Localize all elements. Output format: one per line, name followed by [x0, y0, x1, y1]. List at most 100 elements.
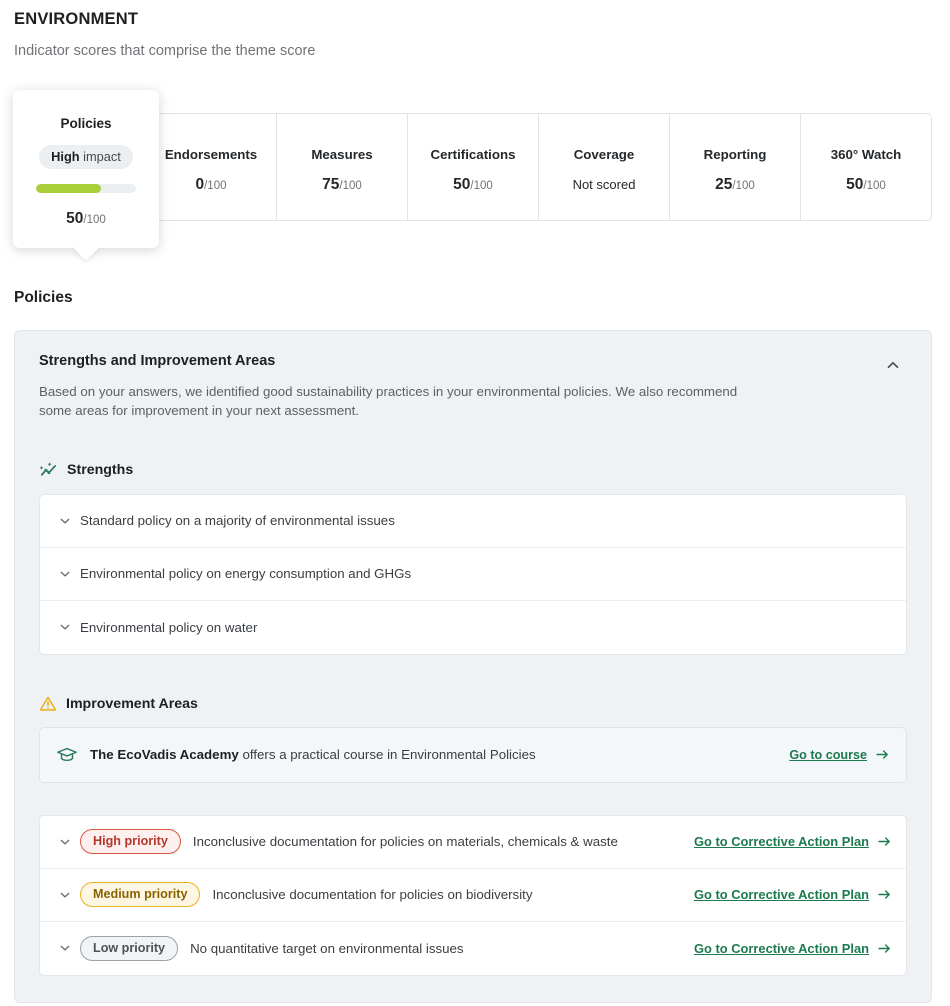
go-to-corrective-action-plan-link[interactable]: Go to Corrective Action Plan [694, 887, 892, 902]
chevron-down-icon [60, 892, 70, 898]
arrow-right-icon [876, 750, 888, 759]
expand-toggle[interactable] [50, 835, 80, 849]
chevron-down-icon [60, 571, 70, 577]
tooltip-score-value: 50 [66, 210, 84, 227]
expand-toggle[interactable] [50, 941, 80, 955]
metric-label: Measures [311, 147, 373, 162]
expand-toggle[interactable] [50, 514, 80, 528]
improvement-row[interactable]: Low priority No quantitative target on en… [40, 922, 906, 975]
impact-suffix: impact [79, 149, 121, 164]
strength-label: Standard policy on a majority of environ… [80, 513, 395, 529]
strengths-list: Standard policy on a majority of environ… [39, 493, 907, 655]
improvement-label: Inconclusive documentation for policies … [212, 887, 533, 903]
metric-value: 75/100 [322, 176, 362, 194]
metric-cell-360-watch[interactable]: 360° Watch 50/100 [801, 114, 931, 220]
chevron-down-icon [60, 518, 70, 524]
expand-toggle[interactable] [50, 620, 80, 634]
page-title: ENVIRONMENT [14, 10, 139, 28]
metric-value: 0/100 [195, 176, 226, 194]
chevron-up-icon [887, 361, 899, 369]
score-progress-bar [36, 184, 136, 193]
arrow-right-icon [878, 837, 890, 846]
go-to-corrective-action-plan-link[interactable]: Go to Corrective Action Plan [694, 941, 892, 956]
page-subtitle: Indicator scores that comprise the theme… [14, 43, 316, 59]
chevron-down-icon [60, 839, 70, 845]
improvement-heading: Improvement Areas [66, 695, 198, 712]
panel-header: Strengths and Improvement Areas Based on… [39, 353, 907, 421]
tooltip-score: 50/100 [66, 210, 106, 228]
metric-cell-endorsements[interactable]: Endorsements 0/100 [146, 114, 277, 220]
go-to-cap-label: Go to Corrective Action Plan [693, 834, 869, 850]
metric-value: Not scored [572, 177, 636, 192]
metric-label: Coverage [573, 147, 635, 162]
panel-collapse-button[interactable] [879, 351, 907, 379]
strengths-improvement-panel: Strengths and Improvement Areas Based on… [14, 330, 932, 1003]
trend-up-sparkle-icon [39, 461, 58, 480]
academy-description: offers a practical course in Environment… [238, 747, 536, 763]
academy-banner: The EcoVadis Academy offers a practical … [39, 726, 907, 783]
impact-level: High [51, 149, 80, 164]
graduation-cap-icon [56, 744, 78, 766]
policies-tooltip-popover: Policies High impact 50/100 [13, 90, 159, 248]
improvement-label: No quantitative target on environmental … [190, 940, 464, 956]
expand-toggle[interactable] [50, 888, 80, 902]
go-to-corrective-action-plan-link[interactable]: Go to Corrective Action Plan [694, 834, 892, 849]
panel-description: Based on your answers, we identified goo… [39, 384, 738, 419]
tooltip-title: Policies [60, 116, 112, 131]
panel-title: Strengths and Improvement Areas [39, 353, 276, 369]
metric-cell-coverage[interactable]: Coverage Not scored [539, 114, 670, 220]
metric-label: Endorsements [164, 147, 258, 162]
arrow-right-icon [878, 943, 890, 953]
metric-score: 50 [846, 176, 864, 193]
improvement-list: High priority Inconclusive documentation … [39, 814, 907, 976]
go-to-course-label: Go to course [789, 747, 867, 762]
metric-cell-measures[interactable]: Measures 75/100 [277, 114, 408, 220]
improvement-label: Inconclusive documentation for policies … [192, 834, 618, 850]
priority-badge-high: High priority [80, 829, 181, 855]
metric-cell-certifications[interactable]: Certifications 50/100 [408, 114, 539, 220]
strength-row[interactable]: Standard policy on a majority of environ… [40, 495, 906, 548]
strength-row[interactable]: Environmental policy on energy consumpti… [40, 548, 906, 601]
strength-label: Environmental policy on energy consumpti… [80, 566, 412, 582]
metric-label: Certifications [430, 147, 516, 162]
metric-label: 360° Watch [830, 147, 902, 162]
strengths-heading-row: Strengths [39, 461, 907, 480]
metric-value: 50/100 [453, 176, 493, 194]
impact-badge: High impact [39, 145, 133, 169]
priority-badge-medium: Medium priority [80, 882, 201, 908]
section-heading-policies: Policies [14, 289, 73, 306]
warning-triangle-icon [39, 695, 57, 713]
metric-value: 50/100 [846, 176, 886, 194]
metric-label: Reporting [703, 147, 767, 162]
academy-brand: The EcoVadis Academy [90, 747, 239, 763]
metric-score: 25 [715, 176, 733, 193]
tooltip-score-denominator: /100 [83, 214, 106, 226]
chevron-down-icon [60, 624, 70, 630]
go-to-course-link[interactable]: Go to course [789, 747, 890, 762]
metric-denominator: /100 [732, 180, 755, 192]
metric-denominator: /100 [863, 180, 886, 192]
improvement-row[interactable]: Medium priority Inconclusive documentatio… [40, 869, 906, 922]
arrow-right-icon [878, 890, 890, 899]
strengths-heading: Strengths [67, 462, 134, 479]
strength-row[interactable]: Environmental policy on water [40, 601, 906, 654]
page-header: ENVIRONMENT Indicator scores that compri… [0, 0, 950, 59]
academy-text: The EcoVadis Academy offers a practical … [90, 747, 789, 762]
metric-denominator: /100 [339, 180, 362, 192]
expand-toggle[interactable] [50, 567, 80, 581]
priority-badge-low: Low priority [80, 935, 179, 961]
metric-score: 0 [195, 176, 205, 193]
metric-score: 75 [322, 176, 340, 193]
go-to-cap-label: Go to Corrective Action Plan [693, 887, 869, 903]
chevron-down-icon [60, 945, 70, 951]
panel-header-text: Strengths and Improvement Areas Based on… [39, 353, 749, 421]
go-to-cap-label: Go to Corrective Action Plan [693, 940, 869, 956]
metric-denominator: /100 [470, 180, 493, 192]
improvement-row[interactable]: High priority Inconclusive documentation … [40, 816, 906, 869]
improvement-heading-row: Improvement Areas [39, 695, 907, 713]
strength-label: Environmental policy on water [80, 619, 258, 635]
metric-score: 50 [453, 176, 471, 193]
metric-cell-reporting[interactable]: Reporting 25/100 [670, 114, 801, 220]
metric-denominator: /100 [204, 180, 227, 192]
score-progress-fill [36, 184, 101, 193]
